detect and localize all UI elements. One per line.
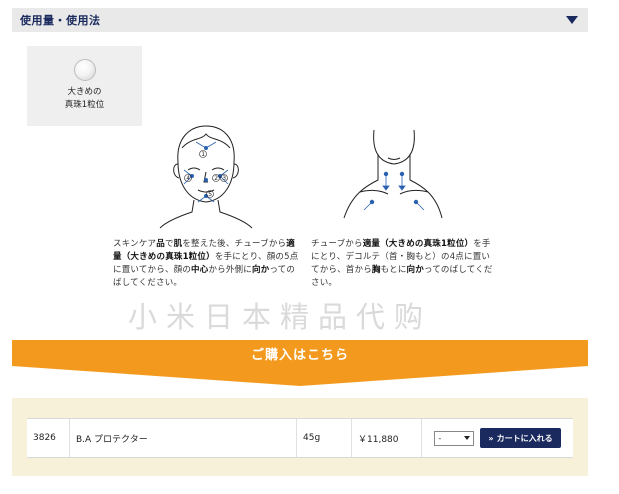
- usage-amount-box: 大きめの 真珠1粒位: [27, 46, 142, 126]
- usage-amount-label: 大きめの 真珠1粒位: [64, 87, 105, 110]
- product-name: B.A プロテクター: [70, 419, 297, 457]
- purchase-banner: ご購入はこちら: [12, 340, 588, 386]
- section-title: 使用量・使用法: [20, 14, 101, 27]
- product-action-cell: - » カートに入れる: [422, 419, 573, 457]
- double-chevron-right-icon: »: [488, 433, 494, 443]
- instruction-right-run: 胸: [371, 265, 381, 275]
- instruction-left-run: 向か: [251, 265, 270, 275]
- neck-application-illustration: [343, 130, 443, 219]
- product-purchase-panel: 3826 B.A プロテクター 45g ￥11,880 - » カートに入れる: [12, 398, 588, 476]
- instruction-neck-text: チューブから適量（大きめの真珠1粒位）を手にとり、デコルテ（首・胸もと）の4点に…: [311, 238, 498, 290]
- purchase-banner-label: ご購入はこちら: [250, 348, 349, 363]
- product-row: 3826 B.A プロテクター 45g ￥11,880 - » カートに入れる: [27, 418, 573, 458]
- face-application-illustration: 1 4 2 3 5: [159, 125, 253, 229]
- watermark-text: 小米日本精品代购: [128, 300, 433, 334]
- chevron-down-icon: [464, 436, 471, 440]
- instruction-left-run: 品: [156, 239, 165, 249]
- svg-text:4: 4: [186, 175, 190, 182]
- svg-text:3: 3: [222, 175, 226, 182]
- svg-text:5: 5: [208, 191, 212, 198]
- svg-text:1: 1: [201, 151, 205, 158]
- instruction-left-run: スキンケア: [113, 239, 157, 249]
- product-price: ￥11,880: [352, 419, 422, 457]
- product-code: 3826: [27, 419, 70, 457]
- instruction-left-run: で: [164, 239, 174, 249]
- add-to-cart-label: カートに入れる: [496, 433, 553, 443]
- instruction-right-run: 向か: [406, 265, 424, 275]
- instruction-left-run: 中心: [191, 265, 209, 275]
- instruction-left-run: から外側に: [208, 265, 252, 275]
- product-size: 45g: [297, 419, 352, 457]
- instruction-right-run: もとに: [380, 265, 407, 275]
- instruction-right-run: チューブから: [311, 239, 363, 249]
- svg-text:2: 2: [214, 175, 218, 182]
- section-header-usage[interactable]: 使用量・使用法: [12, 8, 588, 32]
- add-to-cart-button[interactable]: » カートに入れる: [480, 428, 561, 448]
- instruction-right-run: 適量（大きめの真珠1粒位）: [362, 239, 474, 249]
- collapse-triangle-icon[interactable]: [566, 16, 578, 24]
- pearl-icon: [73, 59, 96, 81]
- quantity-value: -: [438, 433, 442, 443]
- quantity-select[interactable]: -: [434, 430, 475, 446]
- instruction-left-run: を整えた後、チューブから: [182, 239, 287, 249]
- instruction-face-text: スキンケア品で肌を整えた後、チューブから適量（大きめの真珠1粒位）を手にとり、顔…: [113, 238, 300, 290]
